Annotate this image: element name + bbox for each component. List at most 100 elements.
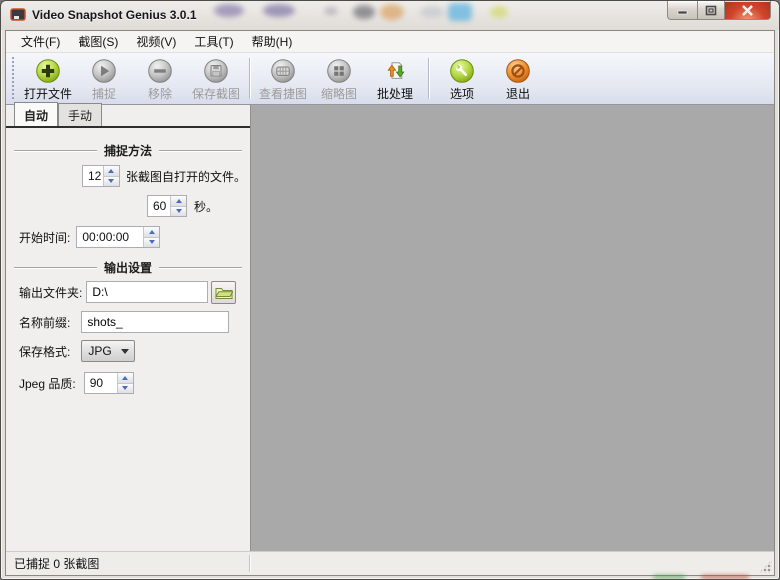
window-controls bbox=[667, 1, 771, 20]
resize-grip[interactable] bbox=[759, 560, 772, 573]
remove-button: 移除 bbox=[132, 53, 188, 104]
minimize-button[interactable] bbox=[667, 1, 697, 20]
save-format-value: JPG bbox=[88, 344, 112, 358]
menu-file[interactable]: 文件(F) bbox=[12, 30, 69, 53]
menu-tools[interactable]: 工具(T) bbox=[185, 30, 242, 53]
save-snapshot-icon bbox=[203, 57, 229, 84]
menu-video[interactable]: 视频(V) bbox=[127, 30, 185, 53]
tab-manual[interactable]: 手动 bbox=[58, 103, 103, 126]
spin-up-button[interactable] bbox=[117, 373, 133, 383]
thumbnails-button: 缩略图 bbox=[311, 53, 367, 104]
view-snapshots-icon bbox=[270, 57, 296, 84]
toolbar-label: 打开文件 bbox=[23, 87, 72, 101]
glass-reflection bbox=[380, 4, 404, 20]
down-arrow-icon bbox=[122, 386, 129, 391]
section-title: 输出设置 bbox=[104, 261, 153, 275]
frames-count-value: 12 bbox=[88, 169, 102, 183]
titlebar[interactable]: Video Snapshot Genius 3.0.1 bbox=[1, 1, 779, 30]
spin-down-button[interactable] bbox=[171, 205, 186, 216]
spin-up-button[interactable] bbox=[103, 166, 119, 176]
spin-up-button[interactable] bbox=[144, 227, 160, 237]
up-arrow-icon bbox=[122, 375, 129, 380]
browse-folder-button[interactable] bbox=[211, 280, 237, 304]
interval-stepper[interactable]: 60 bbox=[147, 195, 187, 217]
spin-down-button[interactable] bbox=[117, 382, 133, 393]
up-arrow-icon bbox=[175, 198, 182, 203]
glass-reflection bbox=[214, 4, 244, 17]
down-arrow-icon bbox=[175, 209, 182, 214]
content-area: 自动 手动 捕捉方法 12 张截图自打开的文件。 60 秒。 开始时间: 00:… bbox=[6, 102, 774, 551]
frames-count-stepper[interactable]: 12 bbox=[82, 165, 120, 187]
window-title: Video Snapshot Genius 3.0.1 bbox=[32, 8, 197, 22]
toolbar-label: 批处理 bbox=[376, 87, 413, 101]
menu-snapshot[interactable]: 截图(S) bbox=[69, 30, 127, 53]
name-prefix-value: shots_ bbox=[87, 315, 123, 329]
capture-button: 捕捉 bbox=[76, 53, 132, 104]
folder-icon bbox=[214, 287, 233, 299]
name-prefix-input[interactable]: shots_ bbox=[81, 311, 230, 333]
spin-up-button[interactable] bbox=[171, 196, 186, 206]
open-file-icon bbox=[35, 57, 61, 84]
spin-down-button[interactable] bbox=[103, 175, 119, 186]
jpeg-quality-stepper[interactable]: 90 bbox=[83, 372, 134, 394]
interval-value: 60 bbox=[153, 199, 167, 213]
output-settings-section-header: 输出设置 bbox=[14, 259, 243, 276]
spinner-buttons[interactable] bbox=[102, 166, 119, 186]
statusbar-divider bbox=[249, 555, 250, 572]
jpeg-quality-label: Jpeg 品质: bbox=[19, 376, 76, 391]
batch-process-icon bbox=[382, 57, 408, 84]
client-area: 文件(F) 截图(S) 视频(V) 工具(T) 帮助(H) 打开文件 捕捉 移除… bbox=[5, 30, 775, 576]
save-snapshot-button: 保存截图 bbox=[188, 53, 244, 104]
capture-icon bbox=[91, 57, 117, 84]
start-time-field[interactable]: 00:00:00 bbox=[76, 226, 161, 248]
capture-method-section-header: 捕捉方法 bbox=[14, 142, 243, 159]
menu-help[interactable]: 帮助(H) bbox=[243, 30, 302, 53]
app-window: Video Snapshot Genius 3.0.1 文件(F) 截图(S) … bbox=[0, 0, 780, 580]
glass-reflection bbox=[324, 7, 338, 15]
section-title: 捕捉方法 bbox=[104, 144, 153, 158]
statusbar: 已捕捉 0 张截图 bbox=[6, 551, 774, 575]
toolbar-label: 缩略图 bbox=[320, 87, 357, 101]
down-arrow-icon bbox=[148, 240, 155, 245]
remove-icon bbox=[147, 57, 173, 84]
exit-button[interactable]: 退出 bbox=[490, 53, 546, 104]
output-folder-input[interactable]: D:\ bbox=[86, 281, 209, 303]
divider bbox=[14, 150, 97, 151]
up-arrow-icon bbox=[148, 229, 155, 234]
maximize-button[interactable] bbox=[697, 1, 725, 20]
spinner-buttons[interactable] bbox=[116, 373, 133, 393]
options-icon bbox=[449, 57, 475, 84]
divider bbox=[159, 150, 243, 151]
name-prefix-label: 名称前缀: bbox=[19, 315, 71, 330]
options-button[interactable]: 选项 bbox=[434, 53, 490, 104]
app-icon bbox=[10, 7, 27, 23]
down-arrow-icon bbox=[108, 179, 115, 184]
batch-process-button[interactable]: 批处理 bbox=[367, 53, 423, 104]
glass-reflection bbox=[701, 575, 749, 579]
start-time-label: 开始时间: bbox=[19, 230, 71, 245]
close-button[interactable] bbox=[725, 1, 771, 20]
menubar: 文件(F) 截图(S) 视频(V) 工具(T) 帮助(H) bbox=[6, 31, 774, 53]
toolbar-gripper[interactable] bbox=[10, 57, 17, 100]
capture-count-status: 已捕捉 0 张截图 bbox=[14, 557, 100, 571]
thumbnails-icon bbox=[326, 57, 352, 84]
toolbar-separator bbox=[428, 58, 429, 99]
settings-panel: 自动 手动 捕捉方法 12 张截图自打开的文件。 60 秒。 开始时间: 00:… bbox=[6, 102, 250, 551]
save-format-dropdown[interactable]: JPG bbox=[81, 340, 136, 362]
up-arrow-icon bbox=[108, 168, 115, 173]
glass-reflection bbox=[353, 5, 375, 19]
divider bbox=[159, 267, 243, 268]
glass-reflection bbox=[653, 575, 685, 579]
toolbar-label: 捕捉 bbox=[91, 87, 116, 101]
open-file-button[interactable]: 打开文件 bbox=[20, 53, 76, 104]
tab-auto[interactable]: 自动 bbox=[14, 102, 59, 126]
frames-count-label: 张截图自打开的文件。 bbox=[125, 169, 246, 184]
spin-down-button[interactable] bbox=[144, 236, 160, 247]
interval-label: 秒。 bbox=[194, 199, 219, 214]
toolbar-label: 查看捷图 bbox=[258, 87, 307, 101]
glass-reflection bbox=[448, 3, 472, 21]
output-folder-label: 输出文件夹: bbox=[19, 285, 83, 300]
spinner-buttons[interactable] bbox=[143, 227, 160, 247]
spinner-buttons[interactable] bbox=[170, 196, 186, 216]
toolbar-label: 选项 bbox=[449, 87, 474, 101]
